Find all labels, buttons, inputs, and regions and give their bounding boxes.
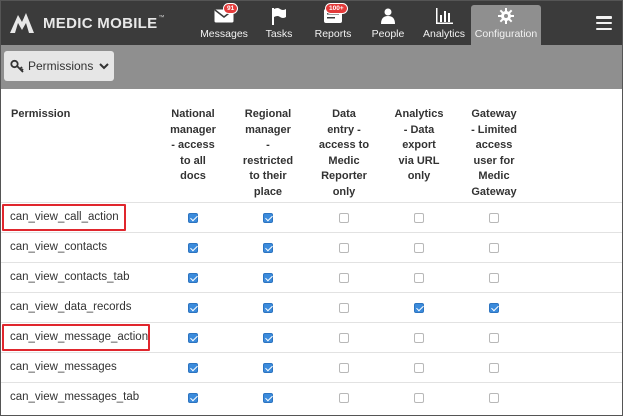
key-icon [10, 59, 24, 73]
permission-checkbox[interactable] [414, 333, 424, 343]
permissions-button-label: Permissions [28, 59, 94, 73]
nav-tab-analytics[interactable]: Analytics [419, 1, 469, 45]
permission-checkbox[interactable] [414, 303, 424, 313]
permission-checkbox[interactable] [188, 213, 198, 223]
permission-checkbox[interactable] [188, 273, 198, 283]
permission-checkbox[interactable] [263, 243, 273, 253]
nav-label-analytics: Analytics [422, 28, 465, 40]
envelope-icon: 91 [214, 3, 239, 25]
person-icon [381, 7, 395, 25]
messages-badge: 91 [223, 3, 239, 14]
nav-label-people: People [371, 28, 405, 40]
permission-checkbox[interactable] [414, 273, 424, 283]
nav-label-tasks: Tasks [265, 28, 293, 40]
app-window: MEDIC MOBILE ™ 91 Messages Tasks 100+ Re… [0, 0, 623, 416]
brand-name: MEDIC MOBILE [43, 14, 158, 32]
table-header-row: Permission National manager - access to all… [1, 89, 622, 202]
nav-label-reports: Reports [314, 28, 352, 40]
column-header-analytics: Analytics - Data export via URL only [394, 108, 444, 182]
highlight-box [2, 204, 126, 231]
permission-checkbox[interactable] [339, 393, 349, 403]
nav-tab-messages[interactable]: 91 Messages [199, 1, 249, 45]
nav-tab-reports[interactable]: 100+ Reports [308, 1, 358, 45]
reports-badge: 100+ [325, 3, 348, 14]
permission-checkbox[interactable] [263, 213, 273, 223]
report-icon: 100+ [323, 3, 348, 25]
permission-checkbox[interactable] [339, 303, 349, 313]
permission-checkbox[interactable] [414, 243, 424, 253]
nav-tab-configuration[interactable]: Configuration [471, 5, 541, 45]
permission-checkbox[interactable] [263, 303, 273, 313]
flag-icon [271, 7, 287, 25]
permission-checkbox[interactable] [489, 213, 499, 223]
nav-tab-people[interactable]: People [368, 1, 408, 45]
chevron-down-icon [99, 63, 110, 70]
permission-checkbox[interactable] [188, 393, 198, 403]
table-row: can_view_message_action [1, 322, 622, 352]
permission-checkbox[interactable] [489, 273, 499, 283]
permission-checkbox[interactable] [263, 273, 273, 283]
permission-name: can_view_data_records [10, 301, 132, 313]
table-row: can_view_data_records [1, 292, 622, 322]
nav-label-configuration: Configuration [474, 28, 538, 40]
table-row: can_view_messages [1, 352, 622, 382]
column-header-permission: Permission [11, 108, 71, 120]
permission-name: can_view_messages_tab [10, 391, 140, 403]
brand-trademark: ™ [158, 15, 165, 21]
permission-checkbox[interactable] [339, 363, 349, 373]
permission-checkbox[interactable] [188, 303, 198, 313]
table-row: can_view_contacts [1, 232, 622, 262]
permissions-dropdown-button[interactable]: Permissions [4, 51, 114, 81]
permission-checkbox[interactable] [263, 363, 273, 373]
permission-checkbox[interactable] [489, 333, 499, 343]
column-header-data-entry: Data entry - access to Medic Reporter only [318, 108, 370, 198]
permission-checkbox[interactable] [339, 273, 349, 283]
highlight-box [2, 324, 150, 351]
gear-icon [498, 7, 514, 25]
permission-checkbox[interactable] [263, 333, 273, 343]
table-row: can_view_messages_tab [1, 382, 622, 412]
medic-mobile-logo-icon [10, 13, 34, 33]
permission-checkbox[interactable] [188, 333, 198, 343]
permission-checkbox[interactable] [188, 243, 198, 253]
permission-checkbox[interactable] [339, 213, 349, 223]
permission-name: can_view_contacts_tab [10, 271, 130, 283]
nav-tab-tasks[interactable]: Tasks [260, 1, 298, 45]
permission-checkbox[interactable] [414, 213, 424, 223]
permission-checkbox[interactable] [339, 243, 349, 253]
bar-chart-icon [435, 7, 453, 25]
permission-checkbox[interactable] [263, 393, 273, 403]
nav-label-messages: Messages [200, 28, 248, 40]
permission-checkbox[interactable] [414, 393, 424, 403]
permission-checkbox[interactable] [414, 363, 424, 373]
table-row: can_view_call_action [1, 202, 622, 232]
column-header-national-manager: National manager - access to all docs [170, 108, 216, 182]
permission-checkbox[interactable] [188, 363, 198, 373]
permission-checkbox[interactable] [489, 393, 499, 403]
permission-name: can_view_contacts [10, 241, 108, 253]
column-header-regional-manager: Regional manager - restricted to their place [242, 108, 294, 198]
menu-icon[interactable] [596, 16, 612, 30]
permission-checkbox[interactable] [339, 333, 349, 343]
permission-checkbox[interactable] [489, 363, 499, 373]
brand-logo[interactable]: MEDIC MOBILE ™ [7, 7, 164, 39]
permission-checkbox[interactable] [489, 303, 499, 313]
permission-checkbox[interactable] [489, 243, 499, 253]
configuration-subbar: Permissions [1, 45, 622, 89]
table-row: can_view_contacts_tab [1, 262, 622, 292]
column-header-gateway: Gateway - Limited access user for Medic Gatew… [471, 108, 517, 198]
top-navigation-bar: MEDIC MOBILE ™ 91 Messages Tasks 100+ Re… [1, 1, 622, 45]
permission-name: can_view_messages [10, 361, 117, 373]
